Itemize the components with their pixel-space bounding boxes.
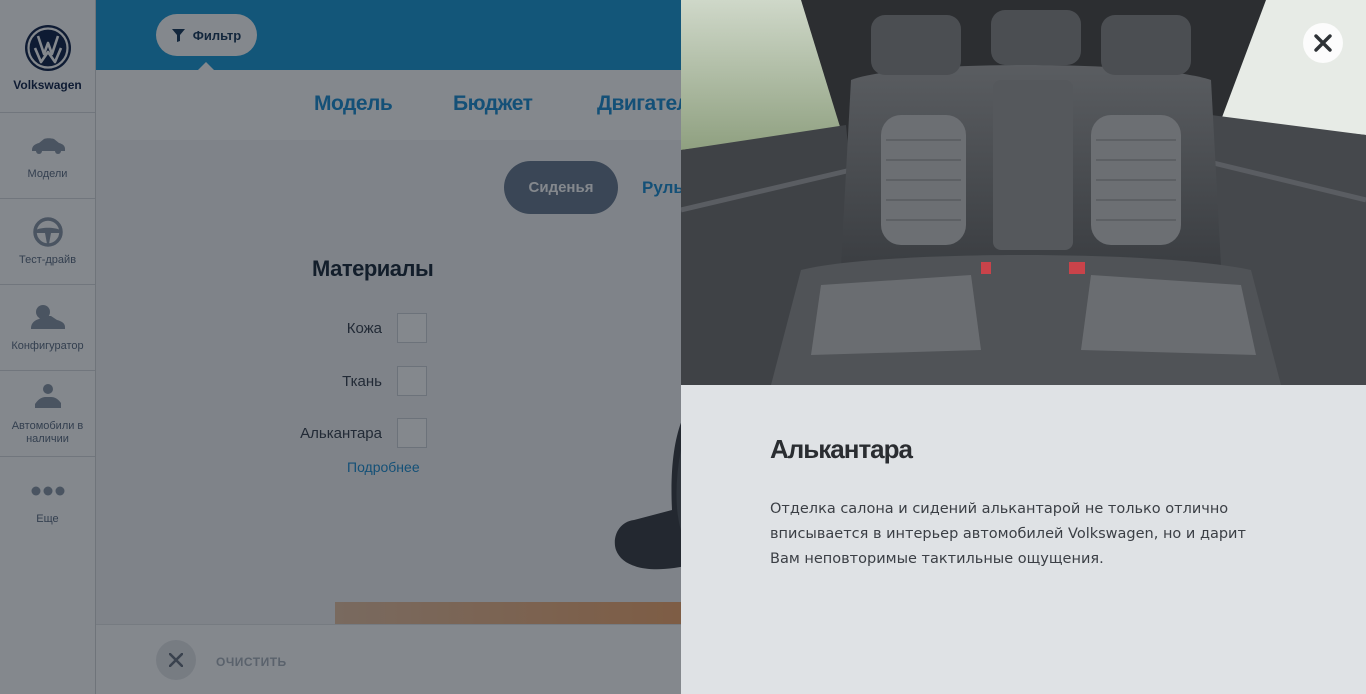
seat-photo-illustration [681,0,1366,385]
close-button[interactable] [1303,23,1343,63]
close-icon [1314,34,1332,52]
panel-description: Отделка салона и сидений алькантарой не … [770,501,1246,567]
alcantara-seat-photo [681,0,1366,385]
panel-title: Алькантара [770,434,913,464]
modal-backdrop[interactable] [0,0,681,694]
material-info-panel: Алькантара Отделка салона и сидений альк… [681,0,1366,694]
